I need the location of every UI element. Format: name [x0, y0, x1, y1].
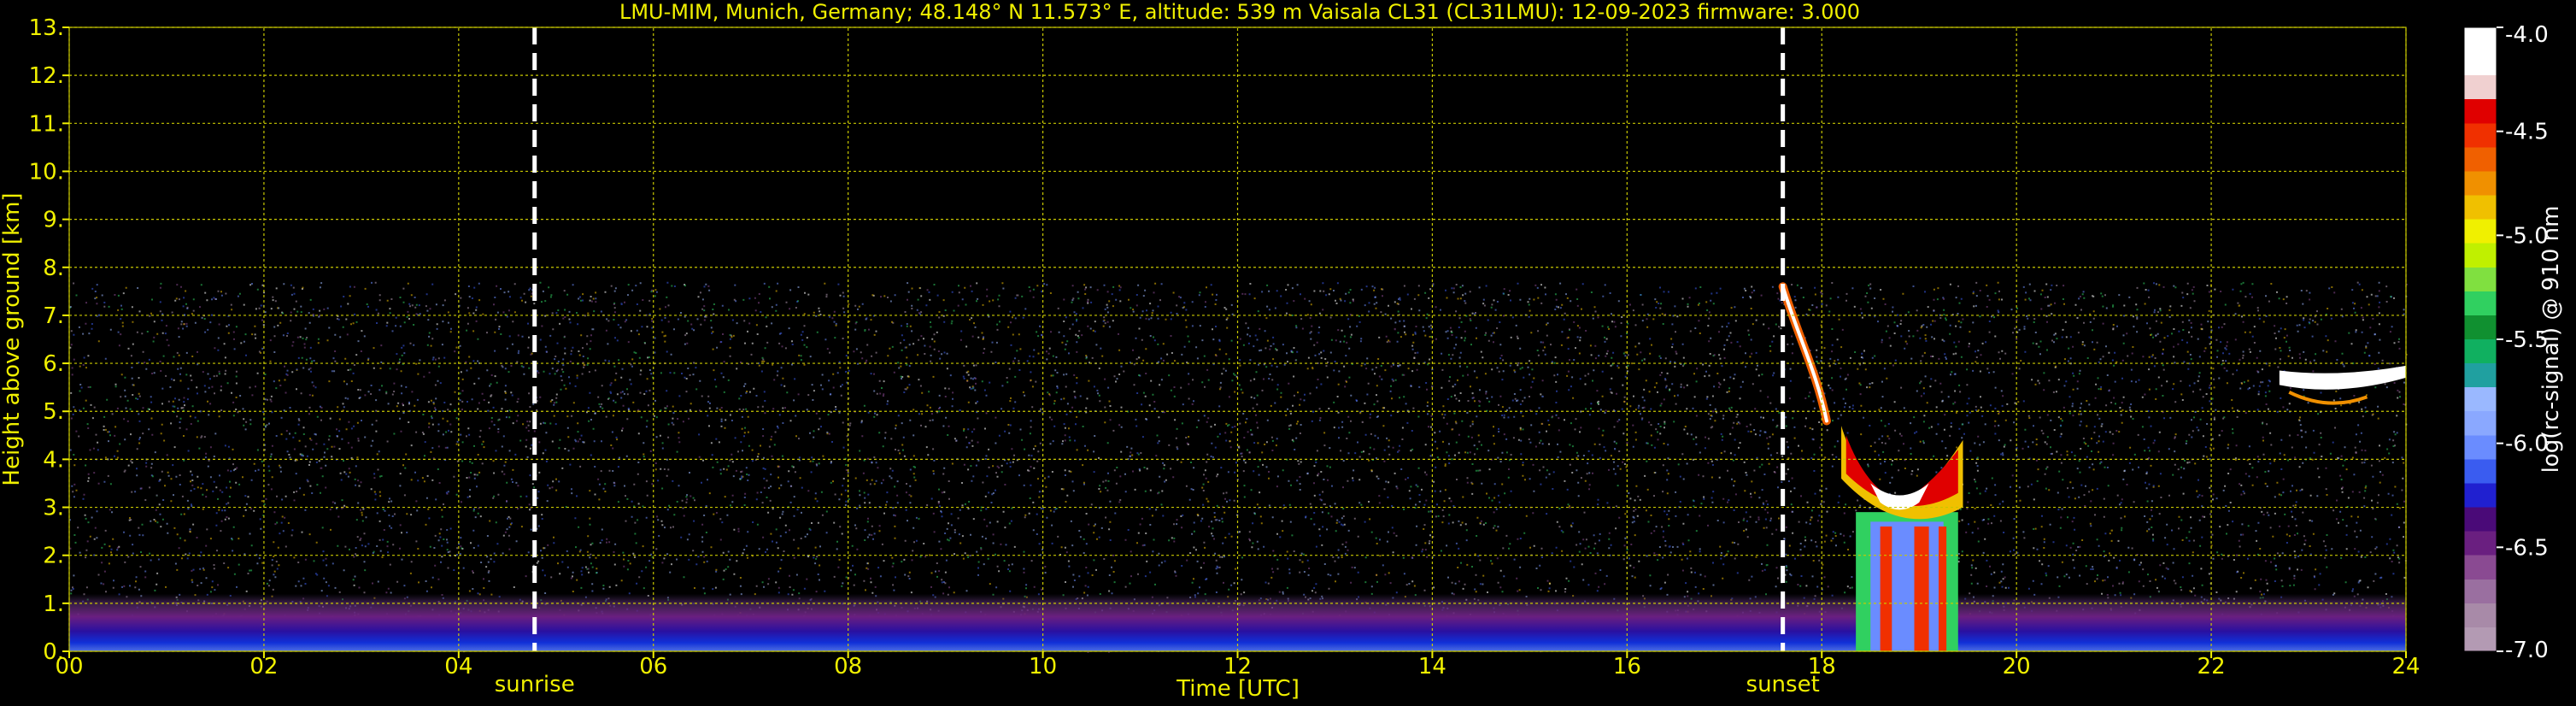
colorbar-scale [2463, 26, 2497, 652]
chart-title: LMU-MIM, Munich, Germany; 48.148° N 11.5… [619, 0, 1860, 24]
x-tick-label: 02 [249, 654, 278, 680]
x-tick-label: 24 [2391, 654, 2420, 680]
y-tick-label: 13. [29, 15, 64, 41]
x-tick-label: 16 [1613, 654, 1641, 680]
y-tick-label: 1. [43, 591, 64, 617]
y-tick-label: 3. [43, 496, 64, 521]
x-tick-label: 00 [55, 654, 83, 680]
colorbar-tick-label: -6.5 [2505, 535, 2549, 561]
colorbar-label: log(rc-signal) @ 910 nm [2538, 206, 2564, 474]
x-axis-label: Time [UTC] [1176, 676, 1300, 702]
x-tick-label: 18 [1808, 654, 1836, 680]
ceilometer-chart: LMU-MIM, Munich, Germany; 48.148° N 11.5… [0, 0, 2576, 706]
precip-core [1880, 527, 1892, 651]
x-tick-label: 10 [1029, 654, 1057, 680]
x-tick-label: 14 [1418, 654, 1446, 680]
x-tick-label: 22 [2198, 654, 2226, 680]
sunrise-label: sunrise [495, 672, 575, 697]
precip-core [1939, 527, 1947, 651]
x-tick-label: 20 [2003, 654, 2031, 680]
x-tick-label: 04 [444, 654, 472, 680]
y-tick-label: 2. [43, 544, 64, 569]
y-tick-label: 9. [43, 208, 64, 233]
x-tick-label: 06 [639, 654, 667, 680]
boundary-layer-band [69, 593, 2406, 651]
y-tick-label: 10. [29, 159, 64, 185]
y-tick-label: 5. [43, 399, 64, 425]
x-tick-label: 08 [834, 654, 862, 680]
colorbar-tick-label: -4.5 [2505, 120, 2549, 145]
y-tick-label: 12. [29, 63, 64, 89]
y-tick-label: 7. [43, 303, 64, 329]
y-axis-label: Height above ground [km] [0, 192, 25, 485]
plot-area: sunrise sunset [68, 26, 2408, 697]
y-tick-label: 6. [43, 351, 64, 377]
y-tick-label: 11. [29, 111, 64, 137]
colorbar-tick-label: -4.0 [2505, 22, 2549, 48]
y-tick-label: 4. [43, 447, 64, 473]
precip-core [1914, 527, 1929, 651]
y-tick-label: 8. [43, 256, 64, 281]
colorbar-tick-label: -7.0 [2505, 638, 2549, 663]
